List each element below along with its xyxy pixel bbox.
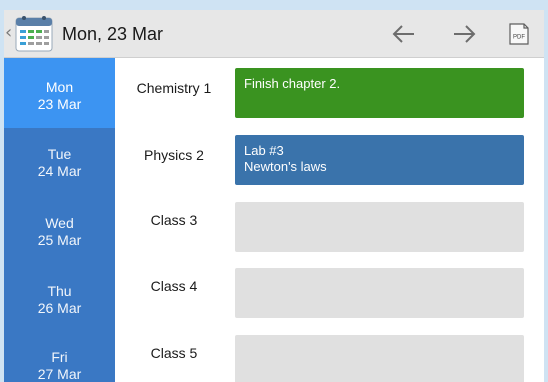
day-item-fri[interactable]: Fri 27 Mar [4,328,115,382]
calendar-app-icon[interactable] [14,14,54,54]
arrow-right-icon[interactable] [450,20,478,48]
day-date: 27 Mar [37,366,82,382]
page-title: Mon, 23 Mar [62,24,164,44]
day-item-thu[interactable]: Thu 26 Mar [4,262,115,332]
class-label-chemistry-1: Chemistry 1 [136,80,212,96]
class-schedule: Chemistry 1 Finish chapter 2. Physics 2 … [115,58,544,382]
class-note-card-class-3[interactable] [235,202,524,252]
class-note-card-class-4[interactable] [235,268,524,318]
class-label-class-5: Class 5 [150,345,198,361]
note-line: Lab #3 [244,143,284,158]
day-name: Wed [45,215,74,231]
class-label-class-3: Class 3 [150,212,198,228]
pdf-icon-label: PDF [513,35,525,41]
class-note-card-class-5[interactable] [235,335,524,382]
class-label-class-4: Class 4 [150,278,198,294]
arrow-left-icon[interactable] [390,20,418,48]
top-bar: ‹ Mon, 23 Mar PDF [4,10,544,58]
day-item-mon[interactable]: Mon 23 Mar [4,58,115,128]
note-line: Newton's laws [244,159,327,174]
day-name: Tue [47,146,72,162]
day-name: Mon [45,79,74,95]
day-item-wed[interactable]: Wed 25 Mar [4,194,115,264]
class-label-physics-2: Physics 2 [144,147,204,163]
day-date: 25 Mar [37,232,82,248]
day-item-tue[interactable]: Tue 24 Mar [4,125,115,195]
pdf-icon[interactable]: PDF [507,22,531,46]
day-sidebar: Mon 23 Mar Tue 24 Mar Wed 25 Mar Thu 26 … [4,58,115,382]
app-window: ‹ Mon, 23 Mar PDF Mon 23 Mar Tue 24 Mar … [0,0,548,382]
class-note-card-chemistry-1[interactable]: Finish chapter 2. [235,68,524,118]
class-note-card-physics-2[interactable]: Lab #3 Newton's laws [235,135,524,185]
note-line: Finish chapter 2. [244,76,341,91]
day-date: 24 Mar [37,163,82,179]
day-name: Fri [51,349,68,365]
day-name: Thu [47,283,72,299]
day-date: 26 Mar [37,300,82,316]
day-date: 23 Mar [37,96,82,112]
